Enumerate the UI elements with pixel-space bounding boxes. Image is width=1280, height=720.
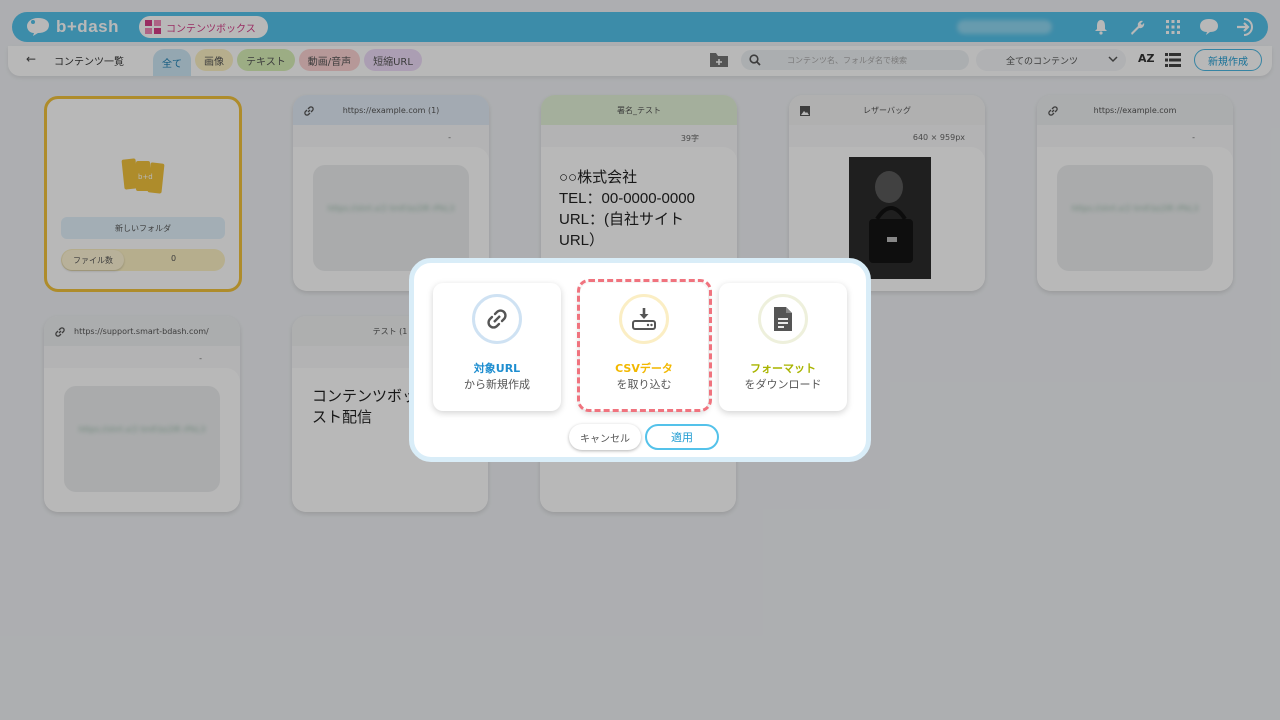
option-download-format[interactable]: フォーマット をダウンロード xyxy=(719,283,847,411)
option-title: 対象URL xyxy=(473,362,521,375)
option-title: フォーマット xyxy=(750,362,816,375)
option-create-from-url[interactable]: 対象URL から新規作成 xyxy=(433,283,561,411)
highlight-dashed-frame xyxy=(577,279,712,412)
option-subtitle: をダウンロード xyxy=(744,378,822,391)
cancel-button[interactable]: キャンセル xyxy=(569,424,641,450)
link-icon xyxy=(472,294,522,344)
apply-button[interactable]: 適用 xyxy=(645,424,719,450)
option-subtitle: から新規作成 xyxy=(464,378,530,391)
document-icon xyxy=(758,294,808,344)
import-modal: 対象URL から新規作成 CSVデータ を取り込む フォーマット をダウンロード… xyxy=(409,258,871,462)
